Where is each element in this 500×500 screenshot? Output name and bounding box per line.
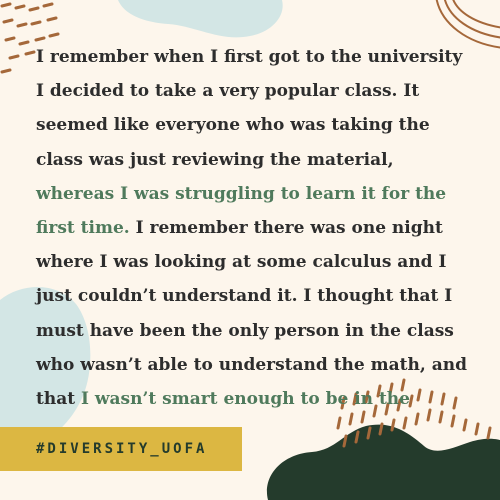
- quote-text: I remember when I first got to the unive…: [36, 40, 476, 450]
- top-blob-shape: [118, 0, 283, 38]
- quote-card: I remember when I first got to the unive…: [0, 0, 500, 500]
- hashtag-text: #DIVERSITY_UOFA: [36, 441, 208, 457]
- quote-text-part-1: I remember when I first got to the unive…: [36, 47, 463, 170]
- quote-text-part-2: I remember there was one night where I w…: [36, 218, 467, 410]
- hashtag-banner: #DIVERSITY_UOFA: [0, 427, 242, 471]
